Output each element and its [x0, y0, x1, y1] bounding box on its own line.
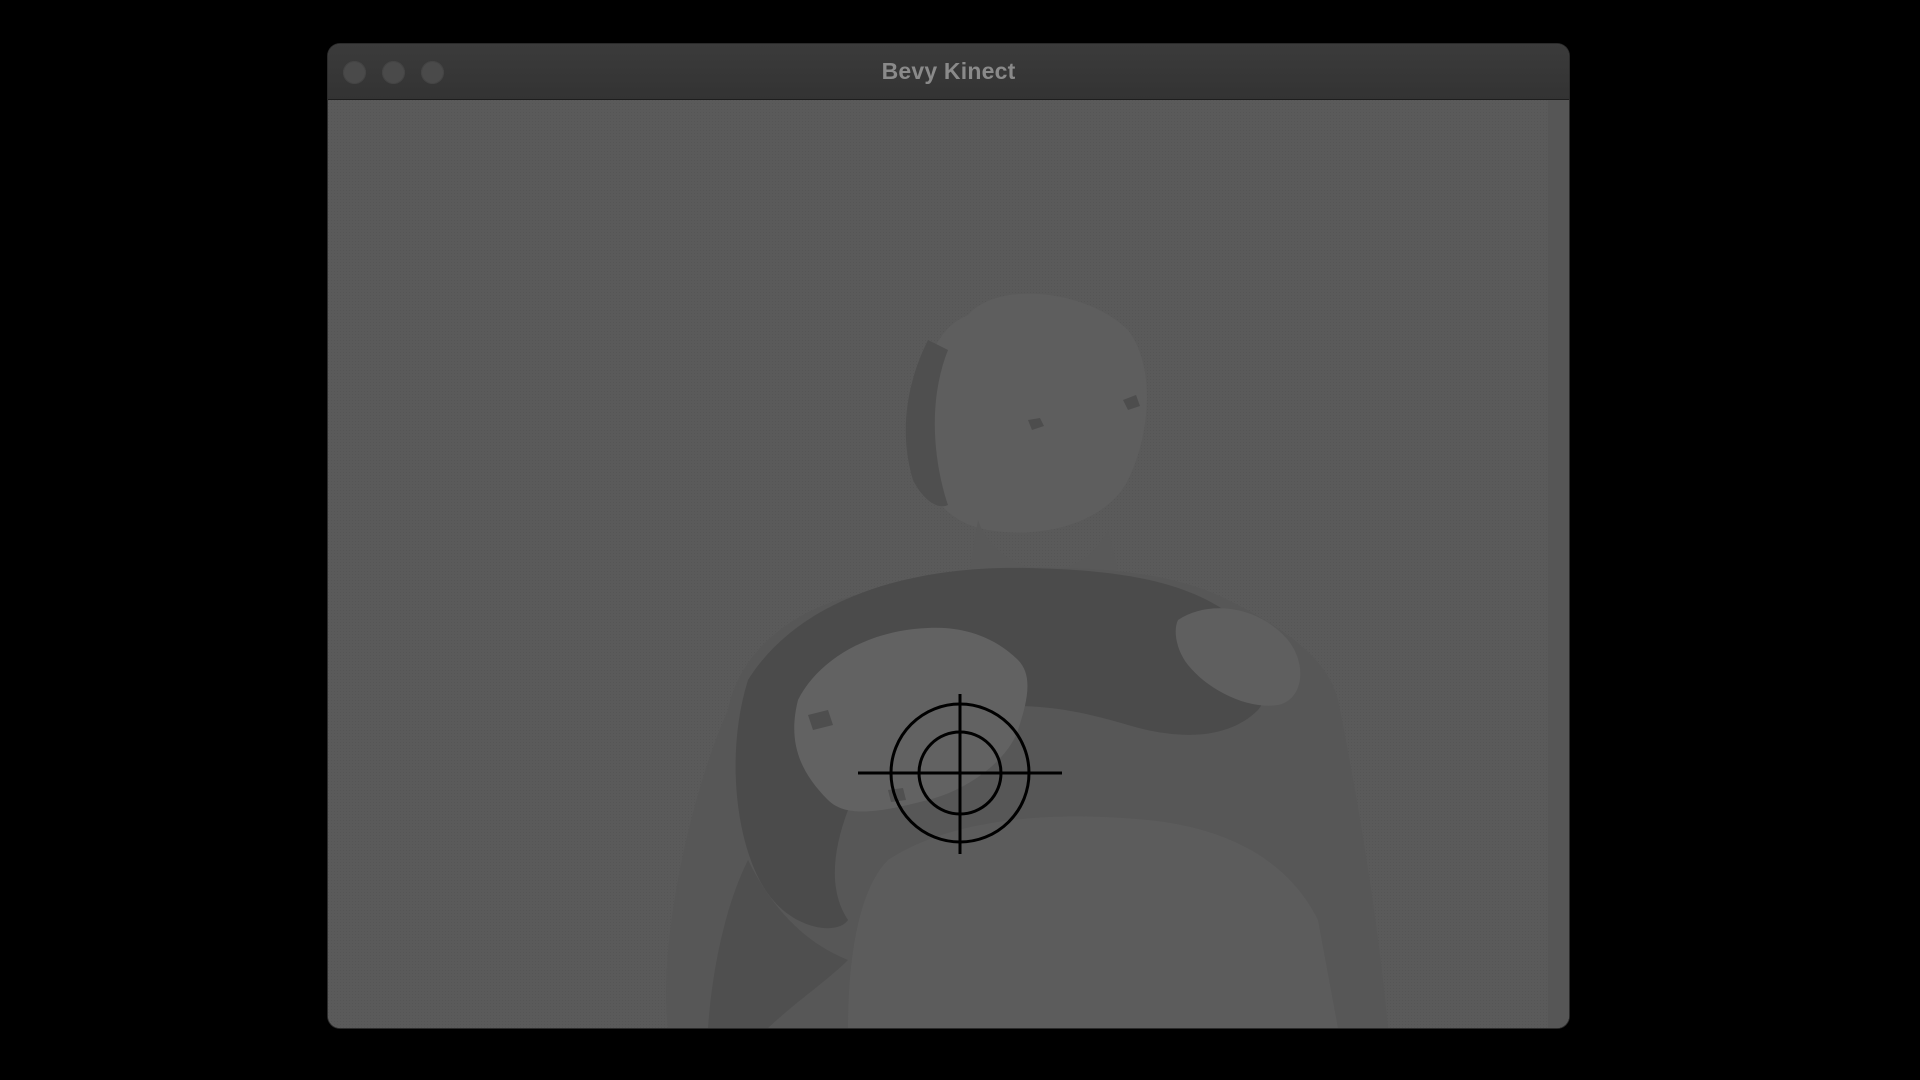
app-window: Bevy Kinect [328, 44, 1569, 1028]
depth-image [328, 100, 1569, 1028]
desktop: Bevy Kinect [0, 0, 1920, 1080]
depth-viewport[interactable] [328, 100, 1569, 1028]
window-titlebar[interactable]: Bevy Kinect [328, 44, 1569, 100]
window-title: Bevy Kinect [881, 58, 1016, 84]
depth-head [915, 293, 1147, 533]
